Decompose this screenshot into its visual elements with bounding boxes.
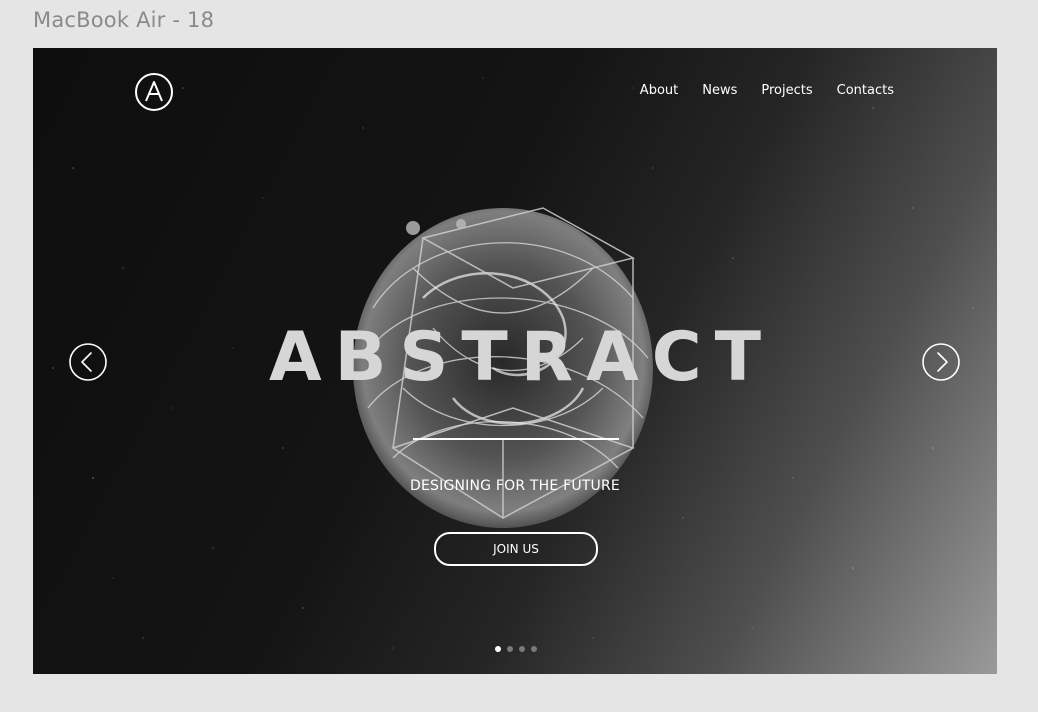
nav-item-about[interactable]: About (640, 83, 678, 98)
carousel-dot-1[interactable] (495, 646, 501, 652)
nav-item-contacts[interactable]: Contacts (837, 83, 894, 98)
carousel-dot-3[interactable] (519, 646, 525, 652)
chevron-left-circle-icon[interactable] (68, 342, 108, 382)
hero-title: ABSTRACT (268, 318, 775, 397)
main-nav: About News Projects Contacts (640, 83, 894, 98)
logo-a-circle-icon[interactable] (134, 72, 174, 112)
carousel-dot-2[interactable] (507, 646, 513, 652)
frame-label: MacBook Air - 18 (33, 8, 215, 32)
hero-frame: About News Projects Contacts ABSTRACT DE… (33, 48, 997, 674)
nav-item-projects[interactable]: Projects (761, 83, 812, 98)
hero-subtitle: DESIGNING FOR THE FUTURE (410, 478, 620, 494)
carousel-dot-4[interactable] (531, 646, 537, 652)
title-divider (413, 438, 619, 440)
carousel-dots (495, 646, 537, 652)
chevron-right-circle-icon[interactable] (921, 342, 961, 382)
join-us-button[interactable]: JOIN US (434, 532, 598, 566)
nav-item-news[interactable]: News (702, 83, 737, 98)
